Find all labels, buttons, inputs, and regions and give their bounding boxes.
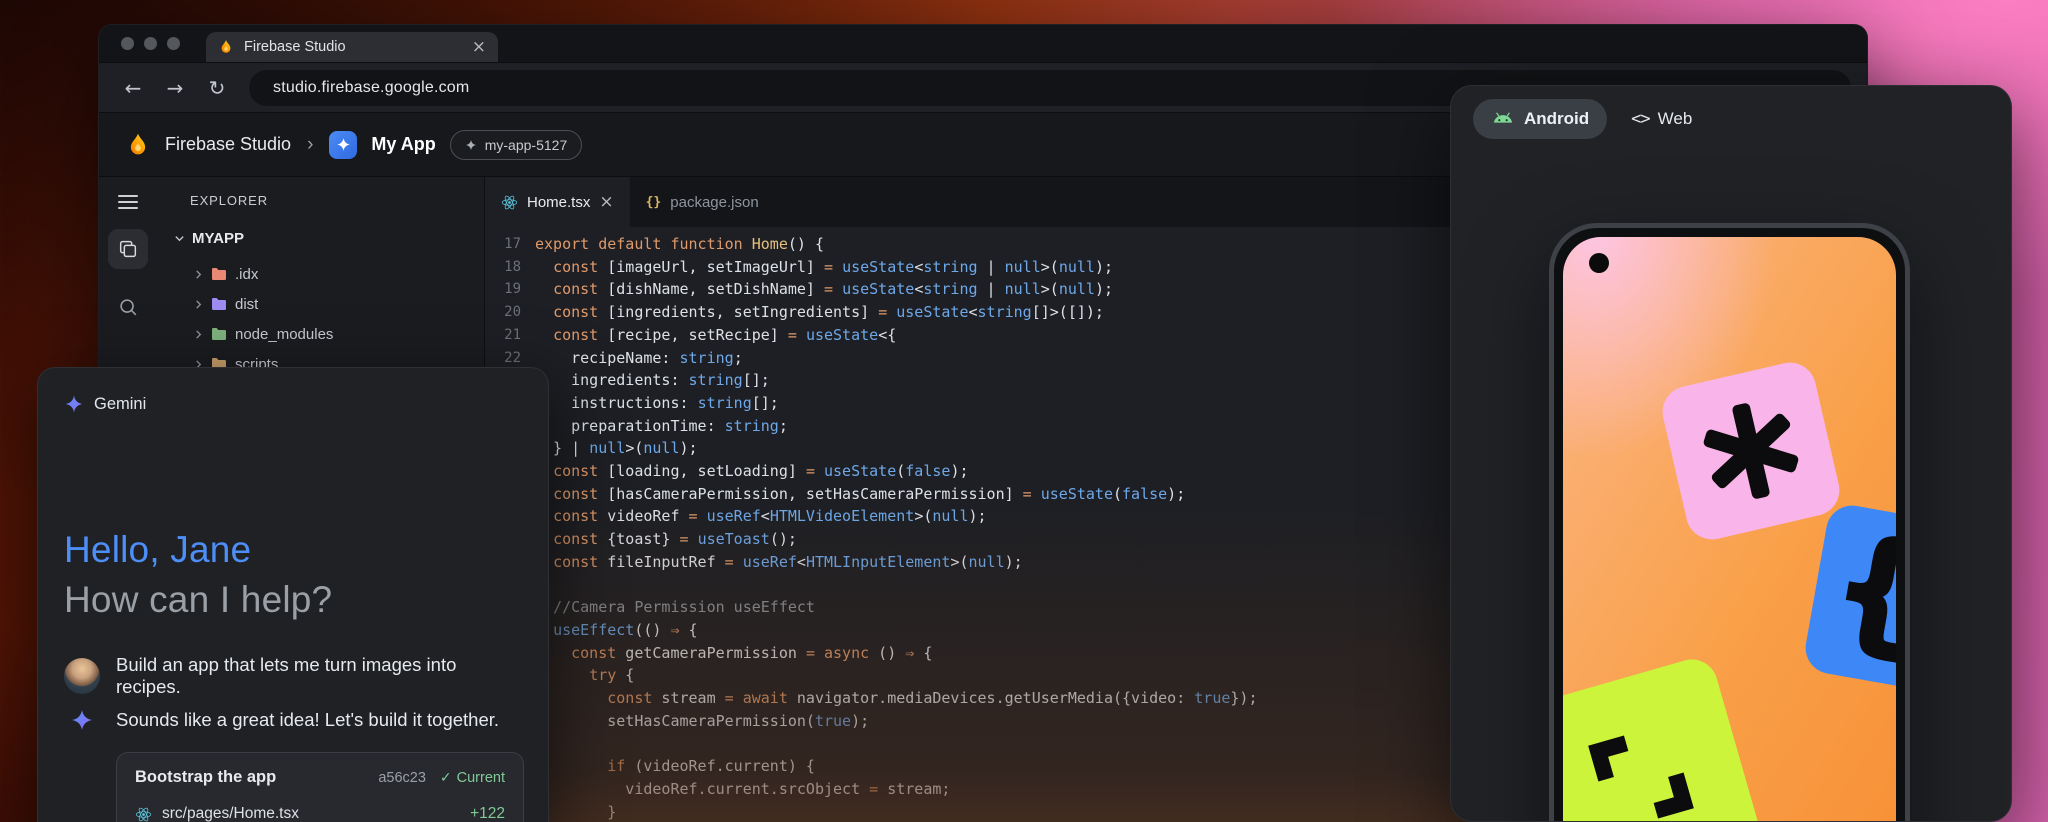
chevron-right-icon <box>194 300 203 309</box>
tree-item-label: node_modules <box>235 326 333 343</box>
task-title: Bootstrap the app <box>135 768 276 787</box>
tab-close-icon[interactable] <box>472 39 486 56</box>
curly-brace-glyph <box>1830 521 1896 660</box>
android-icon <box>1491 112 1515 127</box>
explorer-title: EXPLORER <box>190 193 484 208</box>
firebase-favicon <box>218 39 234 55</box>
tree-item-idx[interactable]: .idx <box>194 259 484 289</box>
spark-icon <box>336 137 351 152</box>
workspace-name[interactable]: My App <box>371 134 435 155</box>
commit-hash: a56c23 <box>378 770 426 786</box>
line-number: 18 <box>485 256 521 279</box>
line-number: 19 <box>485 278 521 301</box>
browser-tabstrip: Firebase Studio <box>99 25 1867 62</box>
tree-root-myapp[interactable]: MYAPP <box>174 230 484 247</box>
tree-item-dist[interactable]: dist <box>194 289 484 319</box>
window-controls <box>121 37 180 50</box>
gemini-panel: Gemini Hello, Jane How can I help? Build… <box>37 367 549 822</box>
asterisk-glyph <box>1689 389 1814 514</box>
line-number: 21 <box>485 324 521 347</box>
app-id-text: my-app-5127 <box>485 137 568 153</box>
tree-item-node_modules[interactable]: node_modules <box>194 319 484 349</box>
gemini-star-icon <box>70 708 94 732</box>
editor-tab-package-json[interactable]: package.json <box>630 177 775 227</box>
breadcrumb-separator: › <box>307 134 313 156</box>
greeting-question: How can I help? <box>64 578 522 622</box>
desktop-background: Firebase Studio studio.firebase.google.c… <box>0 0 2048 822</box>
editor-tab-label: Home.tsx <box>527 194 590 211</box>
traffic-light-maximize[interactable] <box>167 37 180 50</box>
device-preview-panel: Android Web <box>1450 85 2012 822</box>
gemini-message-icon-slot <box>64 708 100 732</box>
url-text: studio.firebase.google.com <box>273 79 469 97</box>
gemini-header: Gemini <box>64 392 522 416</box>
chevron-down-icon <box>174 233 185 244</box>
forward-button[interactable] <box>157 70 193 106</box>
traffic-light-close[interactable] <box>121 37 134 50</box>
android-phone-frame <box>1549 223 1910 822</box>
device-tabs: Android Web <box>1451 86 2011 139</box>
tree-item-label: dist <box>235 296 258 313</box>
explorer-rail-button[interactable] <box>108 229 148 269</box>
editor-tab-home-tsx[interactable]: Home.tsx <box>485 177 630 227</box>
tab-web-label: Web <box>1658 109 1693 129</box>
firebase-logo <box>125 132 151 158</box>
status-text: Current <box>457 770 505 786</box>
folder-icon <box>211 327 227 341</box>
json-icon <box>646 195 662 210</box>
chevron-right-icon <box>194 270 203 279</box>
react-icon <box>135 806 152 822</box>
check-icon <box>440 770 452 786</box>
line-number: 20 <box>485 301 521 324</box>
back-button[interactable] <box>115 70 151 106</box>
changed-file-path: src/pages/Home.tsx <box>162 805 299 822</box>
tree-item-label: .idx <box>235 266 258 283</box>
tile-blue-brace <box>1802 502 1896 699</box>
diff-added-count: +122 <box>470 805 505 822</box>
line-number: 22 <box>485 347 521 370</box>
tab-web[interactable]: Web <box>1631 109 1692 129</box>
greeting-name: Hello, Jane <box>64 528 522 572</box>
my-app-icon <box>329 131 357 159</box>
search-icon <box>117 296 139 318</box>
user-avatar <box>64 658 100 694</box>
gemini-message-text: Sounds like a great idea! Let's build it… <box>116 709 499 731</box>
app-id-badge[interactable]: my-app-5127 <box>450 130 583 160</box>
changed-file-row[interactable]: src/pages/Home.tsx +122 <box>135 805 505 822</box>
folder-icon <box>211 267 227 281</box>
browser-tab[interactable]: Firebase Studio <box>206 32 498 62</box>
code-brackets-icon <box>1631 109 1649 129</box>
user-message-text: Build an app that lets me turn images in… <box>116 654 522 698</box>
react-icon <box>501 194 518 211</box>
reload-button[interactable] <box>199 70 235 106</box>
tile-pink-asterisk <box>1657 357 1844 544</box>
task-card-header: Bootstrap the app a56c23 Current <box>135 768 505 787</box>
line-number: 17 <box>485 233 521 256</box>
product-name: Firebase Studio <box>165 134 291 155</box>
editor-tab-label: package.json <box>670 194 758 211</box>
gemini-star-icon <box>64 394 84 414</box>
chevron-right-icon <box>194 330 203 339</box>
chat-message-gemini: Sounds like a great idea! Let's build it… <box>64 708 522 732</box>
tab-android[interactable]: Android <box>1473 99 1607 139</box>
folder-icon <box>211 297 227 311</box>
editor-tab-close-icon[interactable] <box>599 194 613 211</box>
chat-message-user: Build an app that lets me turn images in… <box>64 654 522 698</box>
bracket-glyphs <box>1564 700 1717 822</box>
task-card[interactable]: Bootstrap the app a56c23 Current src/pag… <box>116 752 524 822</box>
status-badge: Current <box>440 770 505 786</box>
browser-tab-title: Firebase Studio <box>244 39 462 55</box>
camera-punch-hole <box>1589 253 1609 273</box>
file-tree-items: .idxdistnode_modulesscripts <box>190 259 484 379</box>
traffic-light-minimize[interactable] <box>144 37 157 50</box>
tile-green-brackets <box>1563 653 1765 822</box>
tab-android-label: Android <box>1524 109 1589 129</box>
menu-icon[interactable] <box>118 191 138 213</box>
copy-pages-icon <box>117 238 139 260</box>
gemini-title: Gemini <box>94 395 146 414</box>
phone-screen[interactable] <box>1563 237 1896 822</box>
tree-root-label: MYAPP <box>192 230 244 247</box>
search-rail-button[interactable] <box>108 287 148 327</box>
badge-spark-icon <box>465 139 477 151</box>
